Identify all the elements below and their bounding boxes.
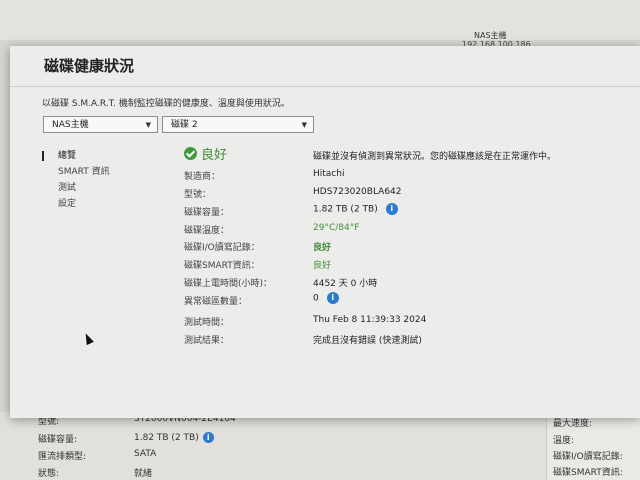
- bg-label-status: 狀態:: [38, 469, 60, 479]
- background-disk-info: 型號: ST2000VN004-2E4164 磁碟容量: 1.82 TB (2 …: [0, 412, 640, 480]
- info-icon[interactable]: i: [326, 292, 339, 304]
- label-temperature: 磁碟溫度：: [184, 226, 230, 236]
- background-header: [0, 0, 640, 40]
- background-right-panel: 最大速度: 溫度: 磁碟I/O讀寫記錄: 磁碟SMART資訊:: [546, 412, 640, 480]
- label-io-log: 磁碟I/O讀寫記錄：: [184, 243, 260, 253]
- bg-right-row: 磁碟SMART資訊:: [553, 468, 623, 478]
- bg-label-capacity: 磁碟容量:: [38, 435, 78, 445]
- nav-item-settings[interactable]: 設定: [40, 196, 150, 212]
- value-temperature: 29°C/84°F: [313, 223, 360, 233]
- device-select-value: NAS主機: [52, 120, 89, 130]
- nav-item-smart-info[interactable]: SMART 資訊: [40, 164, 150, 180]
- label-manufacturer: 製造商：: [184, 172, 221, 182]
- bg-value-bus: SATA: [134, 449, 157, 459]
- disk-health-dialog: 磁碟健康狀況 以磁碟 S.M.A.R.T. 機制監控磁碟的健康度、溫度與使用狀況…: [10, 46, 640, 418]
- dialog-header: 磁碟健康狀況: [10, 46, 640, 87]
- value-smart-info: 良好: [313, 261, 332, 271]
- bg-value-status: 就緒: [134, 469, 153, 479]
- value-io-log: 良好: [313, 243, 332, 253]
- label-bad-sectors: 異常磁區數量：: [184, 297, 248, 307]
- bg-right-row: 磁碟I/O讀寫記錄:: [553, 452, 623, 462]
- value-capacity: 1.82 TB (2 TB): [313, 204, 378, 215]
- dialog-title: 磁碟健康狀況: [44, 57, 135, 75]
- disk-select-value: 磁碟 2: [171, 120, 198, 130]
- dialog-description: 以磁碟 S.M.A.R.T. 機制監控磁碟的健康度、溫度與使用狀況。: [42, 99, 290, 109]
- health-status-message: 磁碟並沒有偵測到異常狀況。您的磁碟應該是在正常運作中。: [313, 152, 557, 162]
- label-smart-info: 磁碟SMART資訊：: [184, 261, 260, 271]
- value-power-on-hours: 4452 天 0 小時: [313, 279, 378, 289]
- label-test-time: 測試時間：: [184, 318, 230, 328]
- label-model: 型號：: [184, 190, 212, 200]
- bg-right-row: 溫度:: [553, 436, 575, 446]
- value-manufacturer: Hitachi: [313, 169, 345, 179]
- side-nav: 總覽 SMART 資訊 測試 設定: [40, 148, 150, 212]
- check-circle-icon: [184, 147, 197, 160]
- info-icon[interactable]: i: [202, 432, 214, 443]
- value-model: HDS723020BLA642: [313, 187, 402, 197]
- label-capacity: 磁碟容量：: [184, 208, 230, 218]
- device-select[interactable]: NAS主機 ▼: [43, 116, 158, 133]
- disk-select[interactable]: 磁碟 2 ▼: [162, 116, 314, 133]
- nav-item-test[interactable]: 測試: [40, 180, 150, 196]
- value-bad-sectors: 0: [313, 293, 319, 304]
- label-test-result: 測試結果：: [184, 336, 230, 346]
- bg-value-capacity: 1.82 TB (2 TB): [134, 433, 199, 443]
- health-status: 良好 磁碟並沒有偵測到異常狀況。您的磁碟應該是在正常運作中。: [184, 144, 604, 164]
- label-power-on-hours: 磁碟上電時間(小時)：: [184, 279, 273, 289]
- health-status-label: 良好: [201, 148, 228, 163]
- value-test-result: 完成且沒有錯誤 (快速測試): [313, 336, 422, 346]
- chevron-down-icon: ▼: [145, 121, 151, 129]
- nav-item-overview[interactable]: 總覽: [40, 148, 150, 164]
- bg-label-bus: 匯流排類型:: [38, 452, 87, 462]
- info-icon[interactable]: i: [385, 203, 398, 215]
- value-test-time: Thu Feb 8 11:39:33 2024: [313, 315, 427, 325]
- chevron-down-icon: ▼: [301, 121, 307, 129]
